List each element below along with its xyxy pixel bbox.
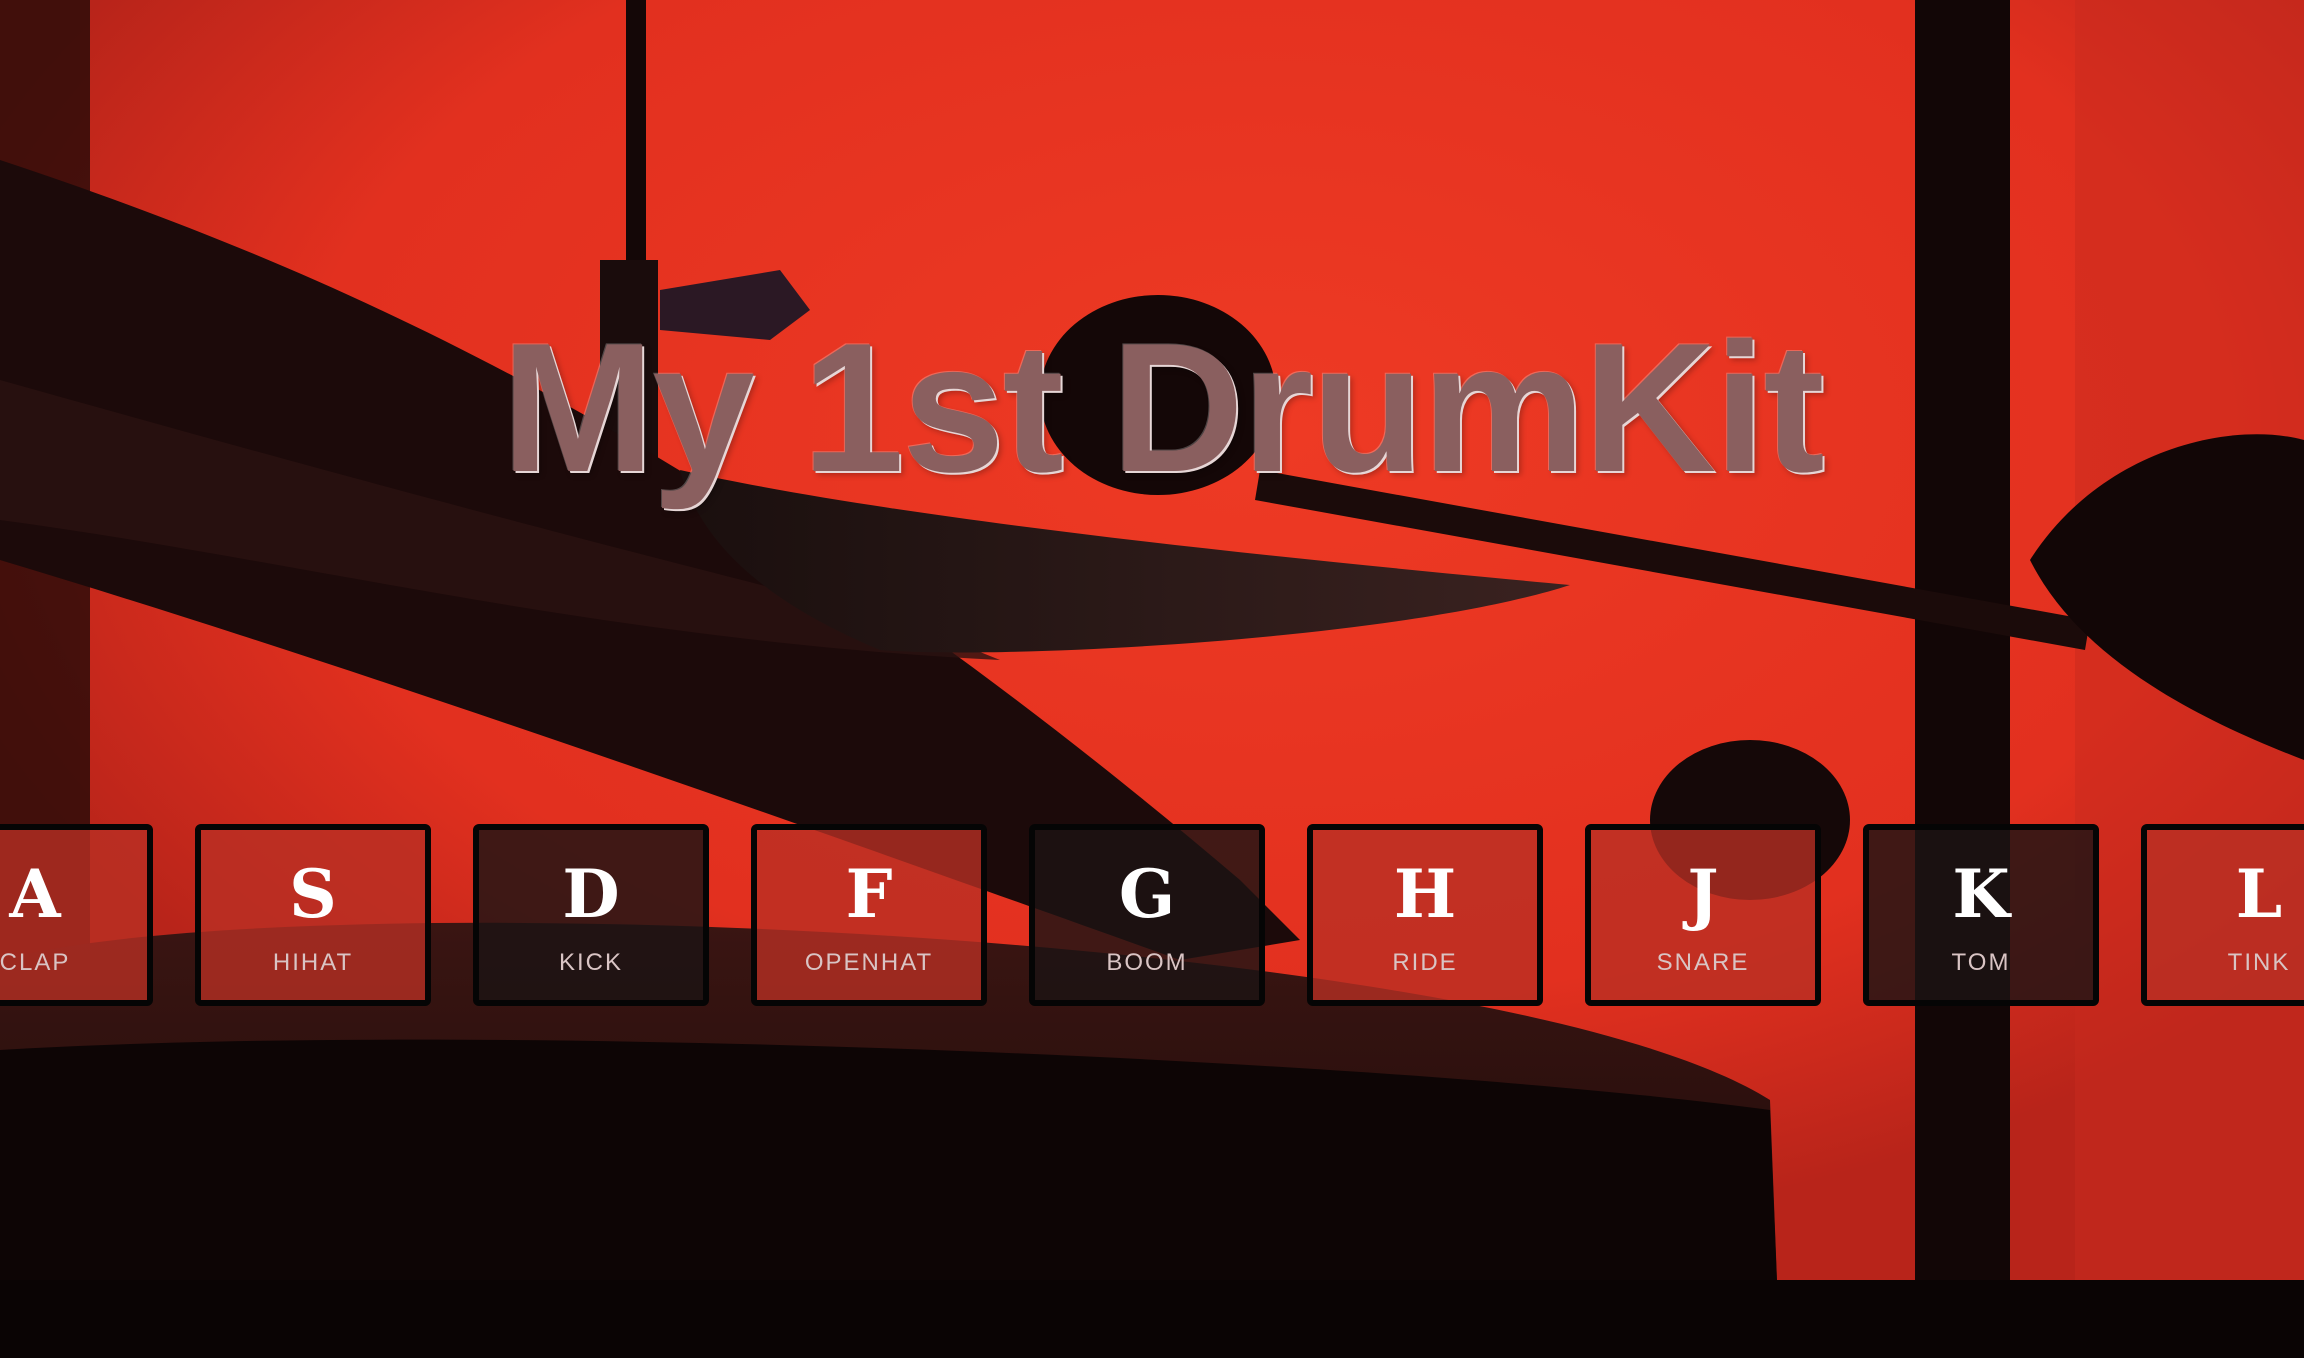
key-letter: L: [2235, 855, 2283, 933]
key-h-ride[interactable]: H RIDE: [1307, 824, 1543, 1006]
key-letter: H: [1393, 855, 1457, 933]
key-sound-label: HIHAT: [272, 949, 354, 976]
drumkit-app: My 1st DrumKit A CLAP S HIHAT D KICK F O…: [0, 0, 2304, 1358]
background-photo: [0, 0, 2304, 1358]
key-letter: K: [1952, 855, 2010, 933]
key-sound-label: CLAP: [0, 949, 71, 976]
key-letter: F: [845, 855, 893, 933]
key-sound-label: SNARE: [1656, 949, 1750, 976]
key-j-snare[interactable]: J SNARE: [1585, 824, 1821, 1006]
key-sound-label: RIDE: [1392, 949, 1458, 976]
key-sound-label: BOOM: [1106, 949, 1188, 976]
key-letter: G: [1118, 855, 1176, 933]
key-sound-label: KICK: [558, 949, 623, 976]
key-letter: A: [9, 855, 61, 933]
key-g-boom[interactable]: G BOOM: [1029, 824, 1265, 1006]
key-f-openhat[interactable]: F OPENHAT: [751, 824, 987, 1006]
key-l-tink[interactable]: L TINK: [2141, 824, 2304, 1006]
key-d-kick[interactable]: D KICK: [473, 824, 709, 1006]
key-letter: D: [562, 855, 620, 933]
key-sound-label: TOM: [1951, 949, 2011, 976]
page-title: My 1st DrumKit: [501, 304, 1825, 510]
key-letter: S: [289, 855, 337, 933]
drum-keys: A CLAP S HIHAT D KICK F OPENHAT G BOOM H…: [0, 824, 2304, 1006]
key-sound-label: OPENHAT: [804, 949, 934, 976]
key-letter: J: [1687, 855, 1719, 933]
key-k-tom[interactable]: K TOM: [1863, 824, 2099, 1006]
key-s-hihat[interactable]: S HIHAT: [195, 824, 431, 1006]
key-sound-label: TINK: [2227, 949, 2291, 976]
key-a-clap[interactable]: A CLAP: [0, 824, 153, 1006]
